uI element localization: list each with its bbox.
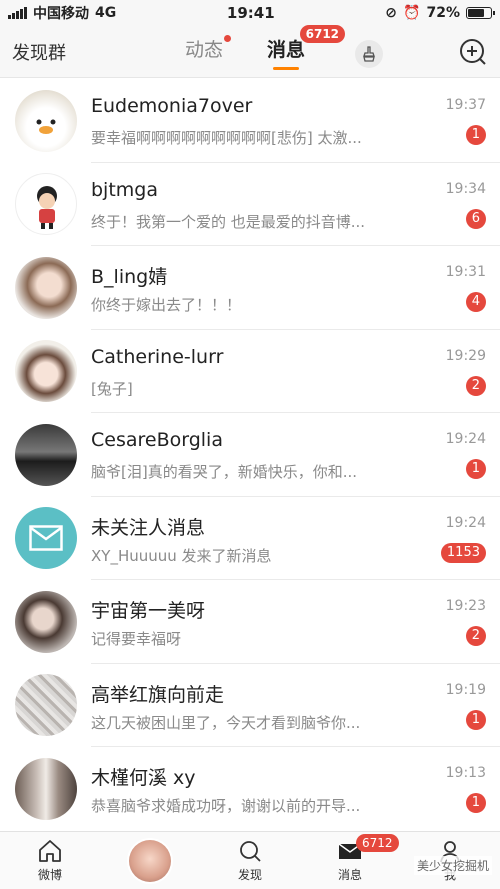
- list-item[interactable]: bjtmga 终于！我第一个爱的 也是最爱的抖音博... 19:34 6: [0, 163, 500, 246]
- battery-percent: 72%: [426, 5, 460, 21]
- list-item[interactable]: 木槿何溪 xy 恭喜脑爷求婚成功呀，谢谢以前的开导... 19:13 1: [0, 747, 500, 831]
- unread-count-badge: 1: [465, 709, 486, 730]
- top-nav: 发现群 动态 消息 6712: [0, 25, 500, 78]
- avatar: [15, 340, 77, 403]
- tab-messages-label-bottom: 消息: [337, 868, 362, 882]
- clear-unread-button[interactable]: [355, 40, 383, 68]
- unread-dot: [224, 35, 232, 42]
- discover-group-link[interactable]: 发现群: [12, 39, 66, 65]
- search-icon: [240, 841, 261, 862]
- avatar: [15, 173, 77, 236]
- unread-count-badge: 6: [465, 208, 486, 229]
- unread-count-badge: 4: [465, 292, 486, 312]
- unread-count-badge: 2: [465, 375, 486, 396]
- message-preview: 这几天被困山里了，今天才看到脑爷你...: [91, 713, 361, 732]
- contact-name: bjtmga: [91, 178, 159, 201]
- unread-count-badge: 1: [465, 793, 486, 813]
- message-preview: 记得要幸福呀: [91, 630, 182, 648]
- list-item[interactable]: CesareBorglia 脑爷[泪]真的看哭了，新婚快乐，你和... 19:2…: [0, 413, 500, 497]
- tab-messages-bottom[interactable]: 消息 6712: [300, 832, 400, 889]
- watermark: 美少女挖掘机: [413, 856, 492, 875]
- message-preview: 要幸福啊啊啊啊啊啊啊啊啊[悲伤] 太激...: [91, 129, 362, 147]
- message-time: 19:24: [445, 514, 486, 531]
- contact-name: Eudemonia7over: [91, 95, 253, 117]
- unread-count-badge: 1153: [440, 542, 486, 563]
- message-preview: XY_Huuuuu 发来了新消息: [91, 546, 272, 565]
- carrier-label: 中国移动: [33, 6, 89, 22]
- message-time: 19:31: [445, 264, 486, 280]
- list-item[interactable]: 宇宙第一美呀 记得要幸福呀 19:23 2: [0, 580, 500, 664]
- list-item[interactable]: B_ling婧 你终于嫁出去了！！！ 19:31 4: [0, 246, 500, 330]
- message-preview: 脑爷[泪]真的看哭了，新婚快乐，你和...: [91, 463, 358, 481]
- tab-home-label: 微博: [37, 868, 62, 882]
- status-time: 19:41: [226, 4, 275, 22]
- message-list: Eudemonia7over 要幸福啊啊啊啊啊啊啊啊啊[悲伤] 太激... 19…: [0, 79, 500, 831]
- message-time: 19:34: [445, 180, 486, 197]
- tab-discover[interactable]: 发现: [200, 832, 300, 889]
- avatar: [15, 757, 77, 820]
- new-chat-button[interactable]: [458, 37, 488, 67]
- message-preview: [兔子]: [91, 379, 133, 398]
- tab-discover-label: 发现: [237, 868, 262, 882]
- messages-tab-badge: 6712: [356, 834, 399, 852]
- user-avatar: [129, 839, 171, 882]
- mail-avatar: [15, 507, 77, 570]
- message-preview: 你终于嫁出去了！！！: [91, 296, 242, 314]
- tab-home[interactable]: 微博: [0, 832, 100, 889]
- lock-rotation-icon: ⊘: [385, 5, 398, 21]
- avatar: [15, 674, 77, 737]
- tab-feed[interactable]: 动态: [185, 35, 232, 68]
- message-time: 19:23: [445, 598, 486, 614]
- status-bar: 中国移动 4G 19:41 ⊘ ⏰ 72%: [0, 0, 500, 26]
- contact-name: 未关注人消息: [91, 516, 206, 539]
- tab-feed-label: 动态: [185, 39, 224, 61]
- signal-icon: [8, 7, 27, 19]
- contact-name: 高举红旗向前走: [91, 683, 225, 706]
- message-time: 19:24: [445, 431, 486, 447]
- message-time: 19:13: [445, 765, 486, 781]
- envelope-icon: [29, 525, 63, 551]
- contact-name: 宇宙第一美呀: [91, 600, 206, 622]
- unread-count-badge: 2: [465, 626, 486, 646]
- unread-count-badge: 1: [465, 459, 486, 479]
- list-item[interactable]: 高举红旗向前走 这几天被困山里了，今天才看到脑爷你... 19:19 1: [0, 664, 500, 747]
- alarm-icon: ⏰: [403, 5, 421, 21]
- message-time: 19:37: [445, 97, 486, 113]
- home-icon: [39, 840, 61, 862]
- message-time: 19:19: [445, 681, 486, 698]
- list-item[interactable]: 未关注人消息 XY_Huuuuu 发来了新消息 19:24 1153: [0, 497, 500, 580]
- list-item[interactable]: Eudemonia7over 要幸福啊啊啊啊啊啊啊啊啊[悲伤] 太激... 19…: [0, 79, 500, 163]
- chat-plus-icon: [460, 39, 486, 65]
- avatar: [15, 423, 77, 486]
- network-label: 4G: [95, 5, 117, 21]
- avatar: [15, 89, 77, 152]
- tab-post-button[interactable]: [100, 832, 200, 889]
- message-preview: 终于！我第一个爱的 也是最爱的抖音博...: [91, 212, 366, 231]
- unread-count-badge: 1: [465, 125, 486, 145]
- avatar: [15, 256, 77, 319]
- messages-count-badge: 6712: [299, 25, 346, 43]
- contact-name: 木槿何溪 xy: [91, 767, 196, 789]
- battery-icon: [465, 7, 495, 19]
- contact-name: CesareBorglia: [91, 429, 223, 451]
- contact-name: B_ling婧: [91, 266, 168, 288]
- contact-name: Catherine-lurr: [91, 345, 224, 368]
- message-preview: 恭喜脑爷求婚成功呀，谢谢以前的开导...: [91, 797, 361, 815]
- broom-icon: [363, 46, 375, 62]
- list-item[interactable]: Catherine-lurr [兔子] 19:29 2: [0, 330, 500, 413]
- tab-messages-label: 消息: [267, 39, 306, 61]
- avatar: [15, 590, 77, 653]
- tab-messages[interactable]: 消息 6712: [267, 25, 346, 70]
- message-time: 19:29: [445, 347, 486, 364]
